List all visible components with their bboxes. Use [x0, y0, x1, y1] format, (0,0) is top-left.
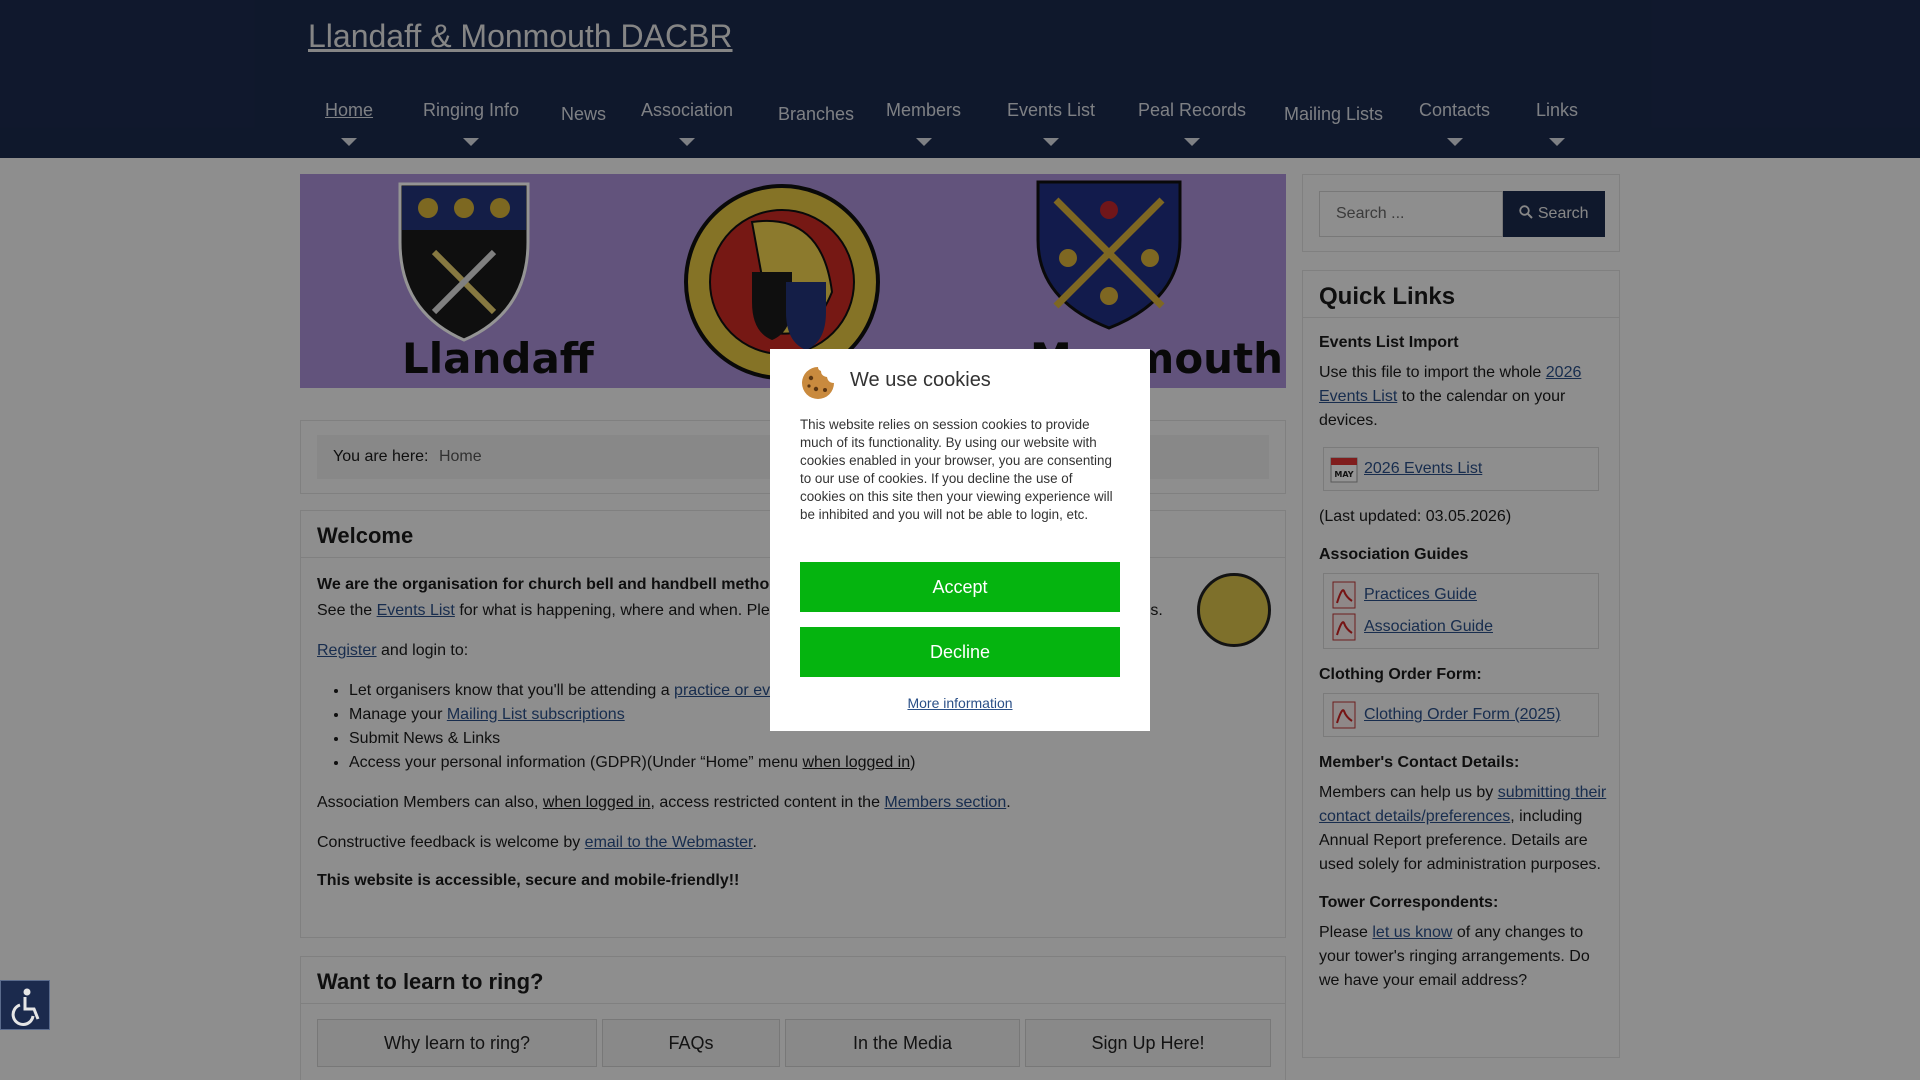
cookie-title: We use cookies [850, 369, 991, 391]
accessibility-icon [11, 988, 40, 1026]
more-info-wrap: More information [770, 695, 1150, 711]
accept-button[interactable]: Accept [800, 562, 1120, 612]
decline-button[interactable]: Decline [800, 627, 1120, 677]
cookie-text: This website relies on session cookies t… [800, 417, 1113, 522]
cookie-consent-dialog: We use cookies This website relies on se… [770, 349, 1150, 731]
more-information-link[interactable]: More information [907, 695, 1012, 711]
accessibility-button[interactable] [0, 980, 50, 1030]
cookie-icon [802, 367, 834, 399]
